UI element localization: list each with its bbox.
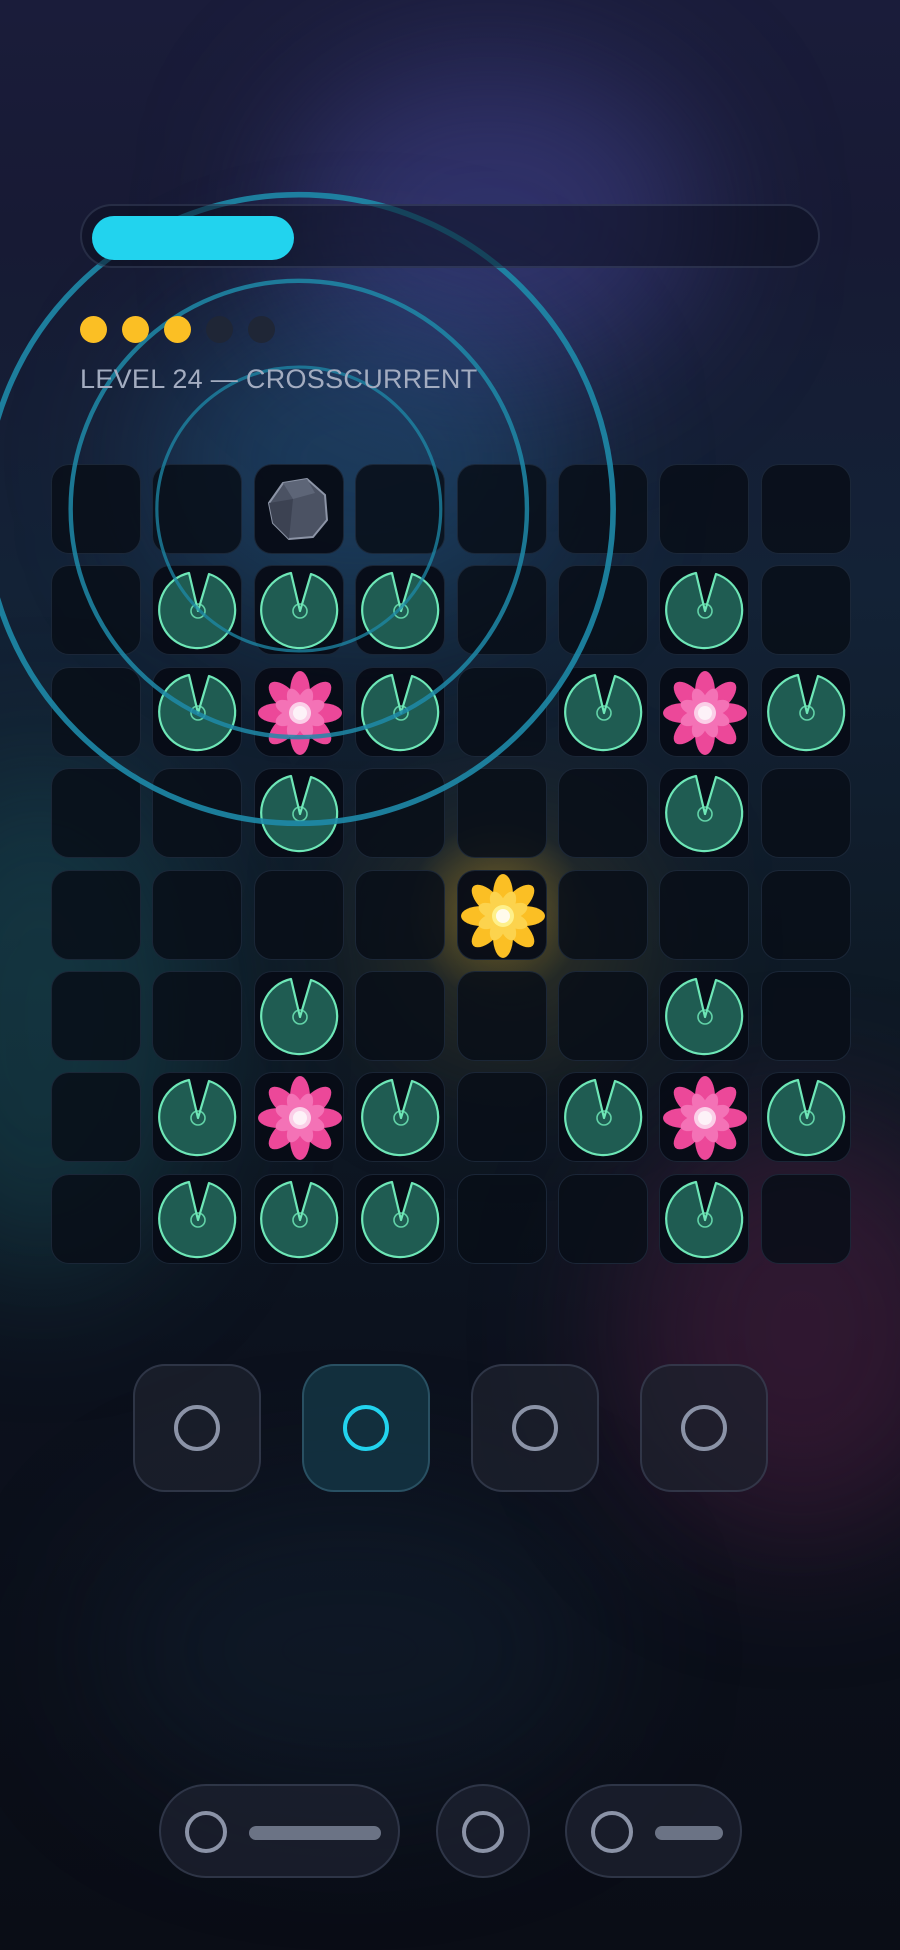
board-cell-r2-c4[interactable] — [355, 565, 445, 655]
ring-icon — [174, 1405, 220, 1451]
board-cell-r6-c2[interactable] — [152, 971, 242, 1061]
star-earned-icon — [164, 316, 191, 343]
board-cell-r4-c6[interactable] — [558, 768, 648, 858]
star-earned-icon — [80, 316, 107, 343]
board-cell-r8-c8[interactable] — [761, 1174, 851, 1264]
board-cell-r5-c2[interactable] — [152, 870, 242, 960]
board-cell-r1-c8[interactable] — [761, 464, 851, 554]
board-cell-r5-c7[interactable] — [659, 870, 749, 960]
board-cell-r8-c3[interactable] — [254, 1174, 344, 1264]
ring-icon — [681, 1405, 727, 1451]
board-cell-r3-c6[interactable] — [558, 667, 648, 757]
board-cell-r1-c3[interactable] — [254, 464, 344, 554]
board-cell-r6-c4[interactable] — [355, 971, 445, 1061]
level-title: LEVEL 24 — CROSSCURRENT — [80, 364, 478, 394]
ring-icon — [591, 1811, 633, 1853]
ring-icon — [462, 1811, 504, 1853]
board-cell-r2-c7[interactable] — [659, 565, 749, 655]
board-cell-r1-c4[interactable] — [355, 464, 445, 554]
board-cell-r2-c8[interactable] — [761, 565, 851, 655]
board-cell-r4-c8[interactable] — [761, 768, 851, 858]
board-cell-r7-c6[interactable] — [558, 1072, 648, 1162]
board-cell-r5-c3[interactable] — [254, 870, 344, 960]
board-cell-r4-c5[interactable] — [457, 768, 547, 858]
board-cell-r5-c8[interactable] — [761, 870, 851, 960]
board-cell-r7-c7[interactable] — [659, 1072, 749, 1162]
board-cell-r5-c5[interactable] — [457, 870, 547, 960]
ring-icon — [185, 1811, 227, 1853]
board-cell-r6-c6[interactable] — [558, 971, 648, 1061]
board-cell-r1-c7[interactable] — [659, 464, 749, 554]
board-cell-r5-c4[interactable] — [355, 870, 445, 960]
board-cell-r6-c5[interactable] — [457, 971, 547, 1061]
board-cell-r1-c6[interactable] — [558, 464, 648, 554]
board-cell-r1-c5[interactable] — [457, 464, 547, 554]
star-empty-icon — [248, 316, 275, 343]
label-bar — [655, 1826, 723, 1840]
board-cell-r3-c7[interactable] — [659, 667, 749, 757]
board-cell-r6-c7[interactable] — [659, 971, 749, 1061]
board-cell-r8-c1[interactable] — [51, 1174, 141, 1264]
star-earned-icon — [122, 316, 149, 343]
board-cell-r4-c2[interactable] — [152, 768, 242, 858]
ring-icon — [512, 1405, 558, 1451]
ring-icon — [343, 1405, 389, 1451]
board-cell-r2-c6[interactable] — [558, 565, 648, 655]
board-cell-r8-c5[interactable] — [457, 1174, 547, 1264]
board-cell-r3-c2[interactable] — [152, 667, 242, 757]
tool-button-4[interactable] — [640, 1364, 768, 1492]
board-cell-r1-c1[interactable] — [51, 464, 141, 554]
tool-tray — [133, 1364, 768, 1492]
star-empty-icon — [206, 316, 233, 343]
board-cell-r7-c2[interactable] — [152, 1072, 242, 1162]
board-cell-r2-c2[interactable] — [152, 565, 242, 655]
board-cell-r6-c3[interactable] — [254, 971, 344, 1061]
bottom-bar — [0, 1784, 900, 1878]
bottom-left-button[interactable] — [159, 1784, 400, 1878]
board-cell-r7-c8[interactable] — [761, 1072, 851, 1162]
board-cell-r1-c2[interactable] — [152, 464, 242, 554]
board-cell-r8-c2[interactable] — [152, 1174, 242, 1264]
board-cell-r3-c5[interactable] — [457, 667, 547, 757]
board-cell-r7-c1[interactable] — [51, 1072, 141, 1162]
board-cell-r6-c8[interactable] — [761, 971, 851, 1061]
tool-button-1[interactable] — [133, 1364, 261, 1492]
level-progress-bar — [80, 204, 820, 268]
board-cell-r3-c3[interactable] — [254, 667, 344, 757]
board-cell-r7-c3[interactable] — [254, 1072, 344, 1162]
board-cell-r7-c4[interactable] — [355, 1072, 445, 1162]
board-cell-r5-c6[interactable] — [558, 870, 648, 960]
board-cell-r4-c4[interactable] — [355, 768, 445, 858]
board-cell-r8-c7[interactable] — [659, 1174, 749, 1264]
board-cell-r8-c4[interactable] — [355, 1174, 445, 1264]
tool-button-3[interactable] — [471, 1364, 599, 1492]
label-bar — [249, 1826, 381, 1840]
board-cell-r8-c6[interactable] — [558, 1174, 648, 1264]
star-rating — [80, 316, 275, 343]
tool-button-2[interactable] — [302, 1364, 430, 1492]
board-cell-r2-c1[interactable] — [51, 565, 141, 655]
board-cell-r4-c3[interactable] — [254, 768, 344, 858]
board-cell-r2-c3[interactable] — [254, 565, 344, 655]
bottom-center-button[interactable] — [436, 1784, 530, 1878]
board-cell-r2-c5[interactable] — [457, 565, 547, 655]
board-cell-r3-c4[interactable] — [355, 667, 445, 757]
board-cell-r5-c1[interactable] — [51, 870, 141, 960]
board-cell-r6-c1[interactable] — [51, 971, 141, 1061]
bottom-right-button[interactable] — [565, 1784, 742, 1878]
game-board — [51, 464, 851, 1264]
level-progress-fill — [92, 216, 294, 260]
board-cell-r3-c8[interactable] — [761, 667, 851, 757]
board-cell-r4-c7[interactable] — [659, 768, 749, 858]
board-cell-r3-c1[interactable] — [51, 667, 141, 757]
board-cell-r7-c5[interactable] — [457, 1072, 547, 1162]
board-cell-r4-c1[interactable] — [51, 768, 141, 858]
